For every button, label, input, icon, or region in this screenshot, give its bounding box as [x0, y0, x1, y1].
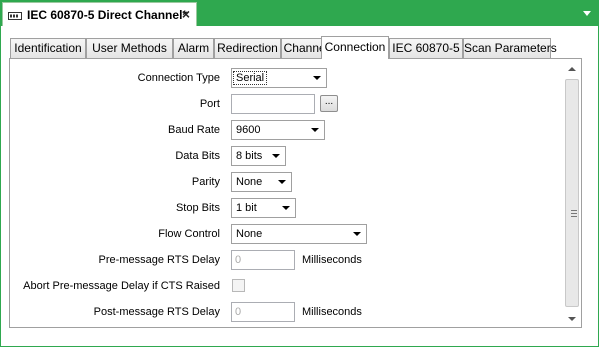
tab-iec-60870-5[interactable]: IEC 60870-5 [389, 38, 463, 58]
close-icon[interactable]: × [182, 6, 190, 22]
data-bits-select[interactable]: 8 bits [231, 146, 286, 166]
tab-redirection[interactable]: Redirection [214, 38, 281, 58]
chevron-down-icon [272, 154, 280, 158]
port-browse-button[interactable]: ... [320, 95, 338, 112]
chevron-down-icon [278, 180, 286, 184]
scrollbar-thumb[interactable] [565, 79, 579, 307]
tab-connection[interactable]: Connection [321, 36, 389, 59]
data-bits-label: Data Bits [175, 150, 220, 162]
tab-user-methods[interactable]: User Methods [86, 38, 173, 58]
channel-icon [8, 10, 22, 20]
abort-pre-message-delay-label: Abort Pre-message Delay if CTS Raised [23, 280, 220, 292]
parity-select[interactable]: None [231, 172, 292, 192]
document-title: IEC 60870-5 Direct Channel* [27, 7, 188, 22]
pre-message-rts-delay-label: Pre-message RTS Delay [98, 254, 220, 266]
post-message-rts-delay-label: Post-message RTS Delay [93, 306, 220, 318]
chevron-down-icon [282, 206, 290, 210]
flow-control-label: Flow Control [158, 228, 220, 240]
stop-bits-label: Stop Bits [175, 202, 220, 214]
document-tab-bar: IEC 60870-5 Direct Channel* × [0, 0, 599, 26]
stop-bits-select[interactable]: 1 bit [231, 198, 296, 218]
baud-rate-select[interactable]: 9600 [231, 120, 325, 140]
connection-type-select[interactable]: Serial [231, 68, 327, 88]
grip-icon [571, 210, 577, 217]
chevron-down-icon [313, 76, 321, 80]
port-label: Port [199, 98, 220, 110]
parity-label: Parity [191, 176, 220, 188]
baud-rate-label: Baud Rate [168, 124, 220, 136]
scroll-down-icon[interactable] [568, 317, 576, 321]
post-message-rts-delay-input[interactable]: 0 [231, 302, 295, 322]
post-message-unit-label: Milliseconds [302, 306, 362, 318]
flow-control-select[interactable]: None [231, 224, 367, 244]
tab-scan-parameters[interactable]: Scan Parameters [463, 38, 557, 58]
chevron-down-icon [311, 128, 319, 132]
pre-message-unit-label: Milliseconds [302, 254, 362, 266]
abort-pre-message-delay-checkbox[interactable] [232, 279, 245, 292]
scroll-up-icon[interactable] [568, 67, 576, 71]
tab-alarm[interactable]: Alarm [173, 38, 214, 58]
vertical-scrollbar[interactable] [564, 60, 580, 326]
tab-identification[interactable]: Identification [10, 38, 86, 58]
port-input[interactable] [231, 94, 315, 114]
editor-frame: Identification User Methods Alarm Redire… [0, 26, 599, 347]
document-tab[interactable]: IEC 60870-5 Direct Channel* × [2, 2, 197, 26]
connection-type-label: Connection Type [137, 72, 220, 84]
chevron-down-icon [353, 232, 361, 236]
pre-message-rts-delay-input[interactable]: 0 [231, 250, 295, 270]
tab-menu-dropdown-icon[interactable] [583, 11, 591, 16]
